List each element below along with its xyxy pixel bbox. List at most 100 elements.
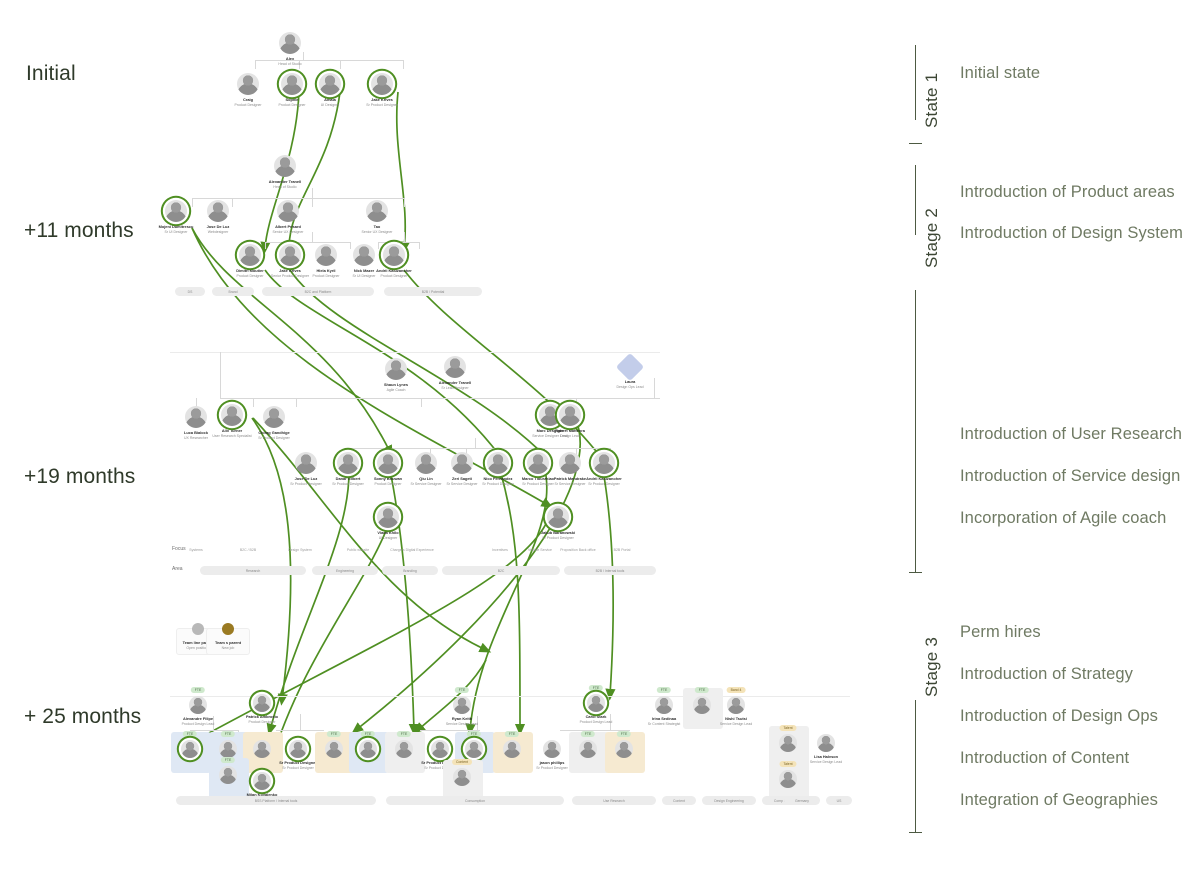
org-card[interactable]: FTE Ryan Keith Service Design Lead [435,687,489,726]
area-pill: DS [175,287,205,296]
legend-title: Team s parent [214,640,242,645]
avatar [465,740,483,758]
person-name: Alexander Tranell [268,179,302,184]
avatar [655,696,673,714]
avatar [295,452,317,474]
person-role: Product Designer [248,719,276,724]
avatar [383,244,405,266]
area-pill: Germany [784,796,820,805]
org-node[interactable]: Andrii Kaluzanoher Product Designer [367,244,421,278]
org-card[interactable]: FTESr OPENUX Copywriter [597,731,651,773]
avatar [377,452,399,474]
person-name: Shaun Lynes [383,382,409,387]
avatar [543,740,561,758]
avatar [279,244,301,266]
annotation-item: Introduction of Strategy [960,665,1133,683]
stage-rule-2b [915,290,917,572]
avatar [615,740,633,758]
org-card[interactable]: Band 4 Nishi Tsutsi Service Design Lead [709,687,763,726]
timeline-label: + 25 months [24,705,142,728]
avatar [366,200,388,222]
org-node[interactable]: Jakub Baranowski Sr Product Designer [531,506,585,540]
avatar [453,696,471,714]
avatar [487,452,509,474]
avatar [337,452,359,474]
status-tag: FTE [616,731,632,737]
org-node[interactable]: Vlada Khilo UI Designer [361,506,415,540]
annotation-item: Introduction of Design Ops [960,707,1158,725]
avatar [181,740,199,758]
status-tag: FTE [326,731,342,737]
focus-caption: B2B Portal [613,548,631,552]
status-tag: FTE [396,731,412,737]
annotation-item: Integration of Geographies [960,791,1158,809]
avatar [395,740,413,758]
status-tag: FTE [504,731,520,737]
timeline-label: +19 months [24,465,136,488]
person-role: Product Design Lead [181,721,215,726]
status-tag: FTE [454,687,470,693]
person-name: Alexandre Filipe [182,716,214,721]
avatar [315,244,337,266]
org-card[interactable]: FTE Alexandre Filipe Product Design Lead [171,687,225,726]
org-node[interactable]: Amaia UI Designer [303,73,357,107]
area-pill: US [826,796,852,805]
area-row-label: Area [172,566,183,572]
avatar [727,696,745,714]
person-role: Design Ops Lead [616,384,644,389]
person-name: Nishi Tsutsi [725,716,747,721]
person-role: Sr Product Designer [258,435,290,440]
status-tag: Talent [779,761,797,767]
person-role: Service Design Lead [719,721,753,726]
avatar [817,734,835,752]
legend-dot-icon [192,623,204,635]
person-name: Alexander Tranell [438,380,472,385]
avatar [221,404,243,426]
status-tag: FTE [360,731,376,737]
avatar [579,740,597,758]
area-pill: Brand [212,287,254,296]
org-node[interactable]: Laura Design Ops Lead [603,352,657,389]
org-node[interactable]: Alexander Tranell Sr Lead Designer [428,356,482,390]
avatar [444,356,466,378]
org-node[interactable]: Tao Senior UX Designer [350,200,404,234]
org-node[interactable]: Jose De Luz Webdesigner [191,200,245,234]
org-node[interactable]: Albert Prisard Senior UX Designer [261,200,315,234]
person-role: Product Designer [380,273,408,278]
annotation-item: Introduction of Product areas [960,183,1175,201]
status-tag: Content [452,759,472,765]
org-node[interactable]: Robert Matteora Design Lead [543,404,597,438]
org-node[interactable]: Shaun Lynes Agile Coach [369,358,423,392]
person-role: Product Design Lead [579,719,613,724]
avatar [559,404,581,426]
person-role: Senior UX Designer [272,229,304,234]
org-card[interactable]: FTE Carol Stark Product Design Lead [569,685,623,724]
org-node[interactable]: Jake Krives Sr Product Designer [355,73,409,107]
avatar [165,200,187,222]
person-name: Amaia [324,97,336,102]
org-node[interactable]: Andrii Kaluzanoher Sr Product Designer [577,452,631,486]
avatar [253,694,271,712]
org-card[interactable]: ContentAshley JohnService Designer [435,759,489,801]
annotation-item: Incorporation of Agile coach [960,509,1167,527]
person-role: Sr Lead Designer [441,385,469,390]
org-card[interactable]: Lisa Halvson Service Design Lead [799,730,853,764]
org-node-root[interactable]: Alex Head of Studio [263,32,317,66]
org-node-root[interactable]: Alexander Tranell Head of Studio [258,155,312,189]
avatar [237,73,259,95]
org-card[interactable]: Patrick Ambrosio Product Designer [235,690,289,724]
focus-caption: B2C / B2B [239,548,257,552]
avatar [239,244,261,266]
status-tag: Talent [779,725,797,731]
avatar [277,200,299,222]
focus-caption: Design System [288,548,312,552]
status-tag: FTE [588,685,604,691]
org-node[interactable]: Chirag Gandhige Sr Product Designer [247,406,301,440]
annotation-item: Introduction of Content [960,749,1130,767]
avatar [253,740,271,758]
area-pill: Research [200,566,306,575]
person-name: Jose De Luz [206,224,230,229]
area-pill: B2C and Platform [262,287,374,296]
status-tag: FTE [220,731,236,737]
stage-label: Stage 3 [922,636,941,697]
